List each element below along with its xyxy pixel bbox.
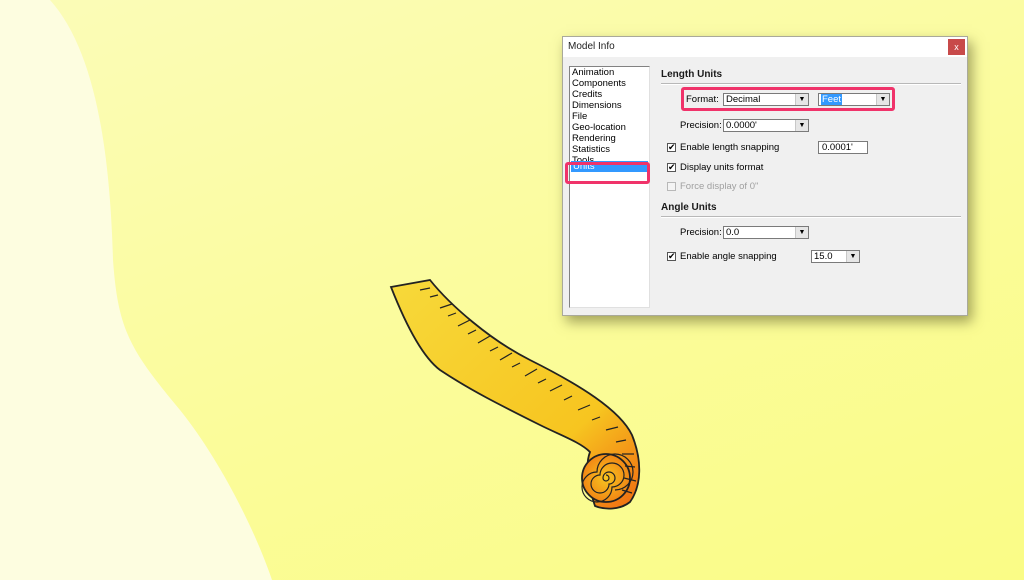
unit-value: Feet xyxy=(821,94,843,105)
category-item-animation[interactable]: Animation xyxy=(570,67,649,78)
angle-precision-label: Precision: xyxy=(680,227,722,238)
angle-units-heading: Angle Units xyxy=(661,202,717,213)
display-units-label: Display units format xyxy=(680,162,764,173)
length-units-heading: Length Units xyxy=(661,69,723,80)
angle-precision-value: 0.0 xyxy=(726,227,740,238)
length-precision-dropdown[interactable]: 0.0000' ▼ xyxy=(723,119,809,132)
units-highlight-annotation xyxy=(565,162,650,184)
dialog-title: Model Info xyxy=(568,41,615,52)
dropdown-arrow-icon: ▼ xyxy=(795,120,808,131)
category-item-statistics[interactable]: Statistics xyxy=(570,144,649,155)
angle-snapping-value: 15.0 xyxy=(814,251,833,262)
angle-precision-dropdown[interactable]: 0.0 ▼ xyxy=(723,226,809,239)
category-item-credits[interactable]: Credits xyxy=(570,89,649,100)
force-display-checkbox[interactable] xyxy=(667,182,676,191)
angle-snapping-label: Enable angle snapping xyxy=(680,251,777,262)
length-snapping-input[interactable]: 0.0001' xyxy=(818,141,868,154)
length-snapping-label: Enable length snapping xyxy=(680,142,780,153)
unit-dropdown[interactable]: Feet ▼ xyxy=(818,93,890,106)
display-units-checkbox[interactable]: ✔ xyxy=(667,163,676,172)
length-precision-value: 0.0000' xyxy=(726,120,757,131)
dropdown-arrow-icon: ▼ xyxy=(795,94,808,105)
length-units-divider xyxy=(661,83,961,85)
angle-snapping-checkbox[interactable]: ✔ xyxy=(667,252,676,261)
category-item-dimensions[interactable]: Dimensions xyxy=(570,100,649,111)
format-value: Decimal xyxy=(726,94,761,105)
close-button[interactable]: x xyxy=(948,39,965,55)
model-info-dialog: Model Info x Animation Components Credit… xyxy=(562,36,968,316)
format-label: Format: xyxy=(686,94,719,105)
angle-snapping-dropdown[interactable]: 15.0 ▼ xyxy=(811,250,860,263)
length-snapping-checkbox[interactable]: ✔ xyxy=(667,143,676,152)
dialog-titlebar[interactable]: Model Info x xyxy=(563,37,967,57)
category-list[interactable]: Animation Components Credits Dimensions … xyxy=(569,66,650,308)
dropdown-arrow-icon: ▼ xyxy=(846,251,859,262)
dropdown-arrow-icon: ▼ xyxy=(876,94,889,105)
angle-units-divider xyxy=(661,216,961,218)
category-item-rendering[interactable]: Rendering xyxy=(570,133,649,144)
length-precision-label: Precision: xyxy=(680,120,722,131)
category-item-components[interactable]: Components xyxy=(570,78,649,89)
category-item-geo-location[interactable]: Geo-location xyxy=(570,122,649,133)
dropdown-arrow-icon: ▼ xyxy=(795,227,808,238)
format-dropdown[interactable]: Decimal ▼ xyxy=(723,93,809,106)
force-display-label: Force display of 0" xyxy=(680,181,759,192)
close-icon: x xyxy=(954,42,959,52)
category-item-file[interactable]: File xyxy=(570,111,649,122)
